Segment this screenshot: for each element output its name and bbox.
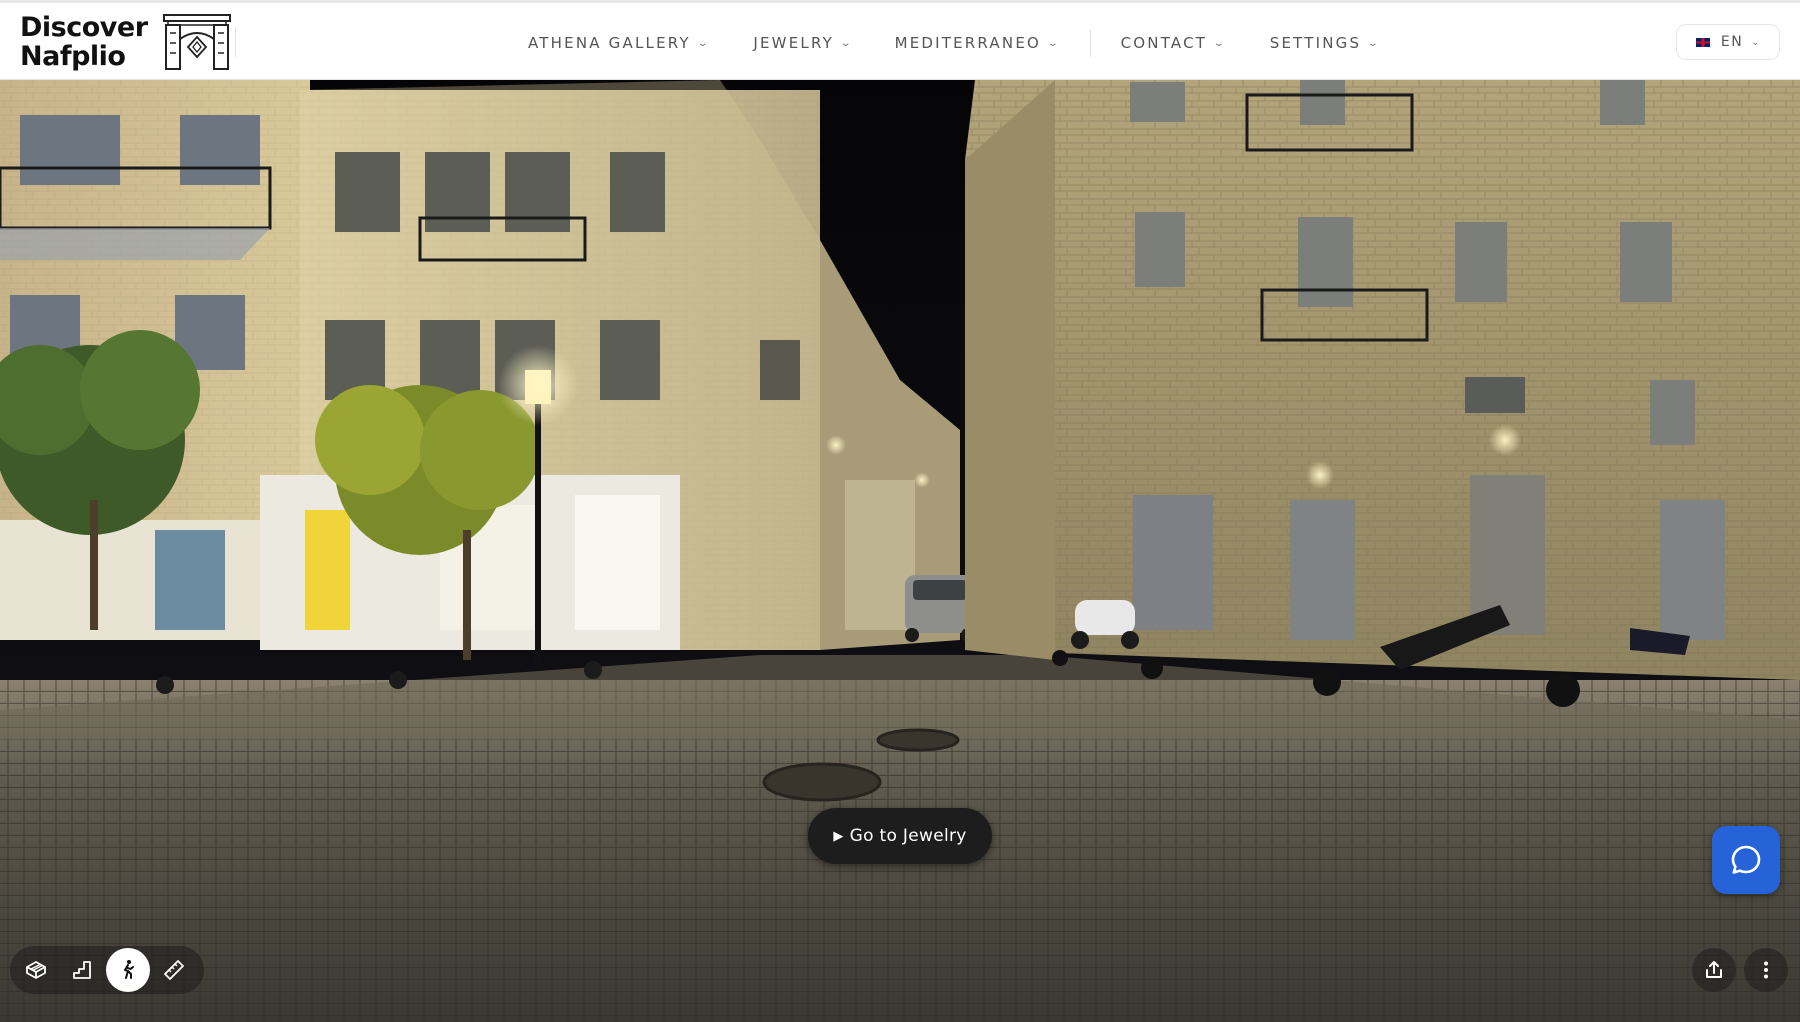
dollhouse-view-button[interactable] xyxy=(14,948,58,992)
chevron-down-icon: ⌄ xyxy=(1367,37,1382,49)
panorama-viewer[interactable] xyxy=(0,80,1800,1022)
chevron-down-icon: ⌄ xyxy=(839,37,855,49)
nav-settings[interactable]: SETTINGS ⌄ xyxy=(1270,34,1380,52)
nav-label: SETTINGS xyxy=(1269,34,1362,52)
dollhouse-icon xyxy=(26,961,46,979)
nav-divider xyxy=(1089,29,1091,57)
chevron-down-icon: ⌄ xyxy=(1751,36,1762,48)
nav-label: MEDITERRANEO xyxy=(894,34,1041,52)
nav-label: CONTACT xyxy=(1120,34,1208,52)
brand-logo[interactable]: Discover Nafplio xyxy=(20,13,232,71)
site-header: Discover Nafplio ATHENA GALLERY ⌄ JEWELRY… xyxy=(0,0,1800,80)
chevron-down-icon: ⌄ xyxy=(1213,37,1228,49)
language-code: EN xyxy=(1720,34,1744,50)
brand-line-1: Discover xyxy=(20,12,148,43)
nav-jewelry[interactable]: JEWELRY ⌄ xyxy=(753,34,852,52)
chevron-down-icon: ⌄ xyxy=(1046,37,1062,49)
main-nav: ATHENA GALLERY ⌄ JEWELRY ⌄ MEDITERRANEO ⌄ C… xyxy=(528,3,1380,83)
chevron-down-icon: ⌄ xyxy=(696,37,712,49)
nav-label: JEWELRY xyxy=(753,34,834,52)
nav-mediterraneo[interactable]: MEDITERRANEO ⌄ xyxy=(895,34,1060,52)
nav-athena-gallery[interactable]: ATHENA GALLERY ⌄ xyxy=(528,34,709,52)
brand-line-2: Nafplio xyxy=(20,41,126,72)
nav-label: ATHENA GALLERY xyxy=(528,34,691,52)
chat-button[interactable] xyxy=(1712,826,1780,894)
more-vertical-icon xyxy=(1764,961,1768,979)
inside-view-button[interactable] xyxy=(106,948,150,992)
header-divider xyxy=(235,27,236,57)
ruler-icon xyxy=(164,960,184,980)
gate-logo-icon xyxy=(162,14,231,70)
floorplan-view-button[interactable] xyxy=(60,948,104,992)
walk-icon xyxy=(124,960,134,979)
chat-bubble-icon xyxy=(1731,845,1761,874)
more-options-button[interactable] xyxy=(1744,948,1788,992)
nav-contact[interactable]: CONTACT ⌄ xyxy=(1121,34,1226,52)
hotspot-label: Go to Jewelry xyxy=(849,826,967,846)
share-button[interactable] xyxy=(1692,948,1736,992)
go-to-jewelry-hotspot[interactable]: ▶ Go to Jewelry xyxy=(808,808,992,864)
language-selector[interactable]: EN ⌄ xyxy=(1676,24,1780,60)
floorplan-icon xyxy=(73,961,91,979)
brand-name: Discover Nafplio xyxy=(20,13,148,71)
measure-button[interactable] xyxy=(152,948,196,992)
street-panorama xyxy=(0,80,1800,1022)
view-mode-toolbar xyxy=(10,946,204,994)
uk-flag-icon xyxy=(1694,36,1711,48)
share-icon xyxy=(1706,961,1722,978)
play-icon: ▶ xyxy=(833,828,844,844)
